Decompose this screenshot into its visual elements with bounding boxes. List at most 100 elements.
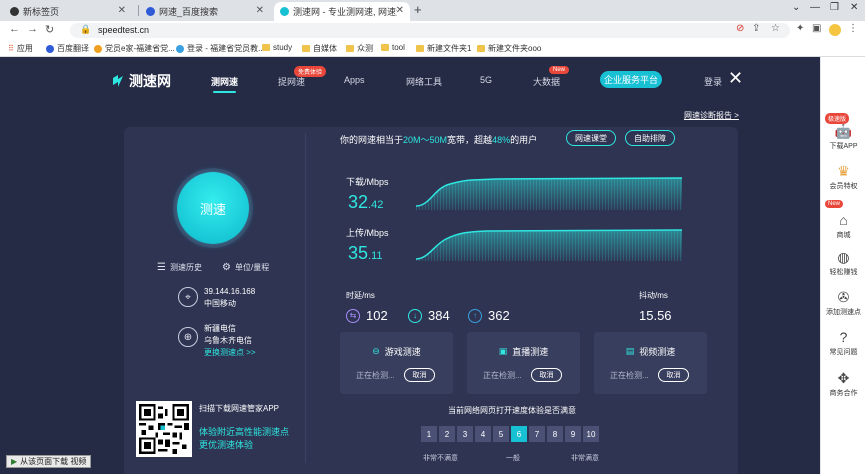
right-toolbar: 极速版 🤖 下载APP ♛ 会员特权 New ⌂ 商城 ◍ 轻松赚钱 ✇ 添加测… (820, 57, 865, 474)
tv-icon: ▣ (498, 346, 508, 356)
close-icon[interactable]: ✕ (728, 69, 743, 87)
self-troubleshoot-button[interactable]: 自助排障 (625, 130, 675, 146)
bookmark-folder-ooo[interactable]: 新建文件夹ooo (477, 43, 541, 54)
gear-icon: ⚙ (222, 262, 231, 273)
minimize-icon[interactable]: — (810, 2, 820, 13)
mall-button[interactable]: ⌂ 商城 (821, 212, 865, 240)
add-test-point-button[interactable]: ✇ 添加测速点 (821, 289, 865, 317)
bookmark-apps[interactable]: ⠿ 应用 (8, 43, 33, 54)
rating-option-5[interactable]: 5 (493, 426, 509, 442)
faq-button[interactable]: ? 常见问题 (821, 329, 865, 357)
new-badge: New (825, 200, 844, 208)
diagnosis-report-link[interactable]: 网速诊断报告 > (684, 110, 739, 121)
site-logo[interactable]: 测速网 (110, 71, 171, 91)
enterprise-platform-button[interactable]: 企业服务平台 (600, 71, 662, 88)
tab-new-tab[interactable]: 新标签页 ✕ (4, 2, 132, 21)
star-icon[interactable]: ☆ (771, 23, 780, 34)
extensions-icon[interactable]: ✦ (796, 23, 804, 34)
nav-network-tools[interactable]: 网络工具 (406, 75, 442, 88)
logo-text: 测速网 (129, 73, 171, 89)
chevron-down-icon[interactable]: ⌄ (792, 2, 800, 13)
bookmark-dangyuan[interactable]: 党员e家-福建省党... (94, 43, 175, 54)
game-test-card: ⊖ 游戏测速 正在检测... 取消 (340, 332, 453, 394)
login-link[interactable]: 登录 (704, 75, 722, 88)
live-test-card: ▣ 直播测速 正在检测... 取消 (467, 332, 580, 394)
tab-title: 网速_百度搜索 (159, 7, 219, 17)
download-app-button[interactable]: 🤖 下载APP (821, 123, 865, 151)
bookmark-zimeiti[interactable]: 自媒体 (302, 43, 337, 54)
location-icon: ⌖ (178, 287, 198, 307)
speed-course-button[interactable]: 网速课堂 (566, 130, 616, 146)
nav-apps[interactable]: Apps (344, 75, 365, 85)
android-icon: 🤖 (834, 123, 853, 139)
new-tab-button[interactable]: + (414, 2, 422, 17)
bookmark-zhongce[interactable]: 众测 (346, 43, 373, 54)
bookmark-login[interactable]: 登录 - 福建省党员教... (176, 43, 265, 54)
nav-speed-test[interactable]: 测网速 (211, 75, 238, 93)
forward-icon[interactable]: → (27, 23, 38, 35)
idle-icon: ⇆ (346, 308, 360, 323)
change-server-link[interactable]: 更换测速点 >> (204, 347, 256, 359)
free-trial-badge: 免费体验 (294, 66, 327, 77)
close-icon[interactable]: ✕ (256, 5, 264, 16)
login-site-icon (176, 44, 184, 53)
business-button[interactable]: ✥ 商务合作 (821, 370, 865, 398)
handshake-icon: ✥ (837, 370, 850, 386)
download-label: 下载/Mbps (346, 177, 389, 187)
cancel-button[interactable]: 取消 (404, 368, 435, 382)
avatar[interactable] (829, 24, 841, 36)
satisfaction-rating: 1 2 3 4 5 6 7 8 9 10 (421, 426, 599, 442)
rating-option-10[interactable]: 10 (583, 426, 599, 442)
close-icon[interactable]: ✕ (396, 5, 404, 16)
download-chart (416, 177, 682, 210)
nav-big-data[interactable]: 大数据 (533, 75, 560, 88)
earn-money-button[interactable]: ◍ 轻松赚钱 (821, 249, 865, 277)
back-icon[interactable]: ← (9, 23, 20, 35)
lock-icon[interactable]: 🔒 (80, 24, 91, 35)
menu-icon[interactable]: ⋮ (848, 23, 858, 34)
url-text[interactable]: speedtest.cn (98, 25, 149, 35)
cancel-button[interactable]: 取消 (658, 368, 689, 382)
play-icon: ▶ (11, 457, 18, 466)
upload-label: 上传/Mbps (346, 228, 389, 238)
tab-speedtest[interactable]: 测速网 - 专业测网速, 网速测试, ... ✕ (274, 2, 410, 21)
rating-option-3[interactable]: 3 (457, 426, 473, 442)
folder-icon (346, 45, 354, 52)
reload-icon[interactable]: ↻ (45, 23, 54, 36)
qr-code (136, 401, 192, 457)
close-icon[interactable]: ✕ (118, 5, 126, 16)
nav-5g[interactable]: 5G (480, 75, 492, 85)
rating-option-8[interactable]: 8 (547, 426, 563, 442)
bookmark-study[interactable]: study (262, 43, 292, 52)
rating-option-4[interactable]: 4 (475, 426, 491, 442)
vip-button[interactable]: ♛ 会员特权 (821, 163, 865, 191)
history-link[interactable]: ☰ 测速历史 (157, 262, 202, 273)
app-line-2: 更优测速体验 (199, 440, 254, 450)
maximize-icon[interactable]: ❐ (830, 2, 839, 13)
crown-icon: ♛ (837, 163, 850, 179)
close-window-icon[interactable]: ✕ (850, 2, 858, 13)
blocked-icon[interactable]: ⊘ (736, 23, 744, 34)
tab-title: 测速网 - 专业测网速, 网速测试, ... (293, 7, 397, 17)
bookmark-tool[interactable]: tool (381, 43, 405, 52)
tab-baidu-search[interactable]: 网速_百度搜索 ✕ (140, 2, 270, 21)
download-video-tip[interactable]: ▶ 从该页面下载 视频 (6, 455, 92, 468)
bookmark-baidu-fanyi[interactable]: 百度翻译 (46, 43, 89, 54)
rating-option-6[interactable]: 6 (511, 426, 527, 442)
dangyuan-icon (94, 44, 102, 53)
history-icon: ☰ (157, 262, 166, 273)
cancel-button[interactable]: 取消 (531, 368, 562, 382)
omnibox[interactable]: 🔒 speedtest.cn (70, 23, 790, 38)
bookmark-folder1[interactable]: 新建文件夹1 (416, 43, 471, 54)
unit-link[interactable]: ⚙ 单位/量程 (222, 262, 269, 273)
rating-option-9[interactable]: 9 (565, 426, 581, 442)
share-icon[interactable]: ⇪ (752, 23, 760, 34)
rating-option-2[interactable]: 2 (439, 426, 455, 442)
start-test-button[interactable]: 测速 (177, 172, 249, 244)
sidepanel-icon[interactable]: ▣ (812, 23, 821, 34)
rating-option-1[interactable]: 1 (421, 426, 437, 442)
upload-chart (416, 229, 682, 261)
rating-option-7[interactable]: 7 (529, 426, 545, 442)
latency-download: ↓ 384 (408, 308, 450, 323)
shop-icon: ⌂ (839, 212, 848, 228)
